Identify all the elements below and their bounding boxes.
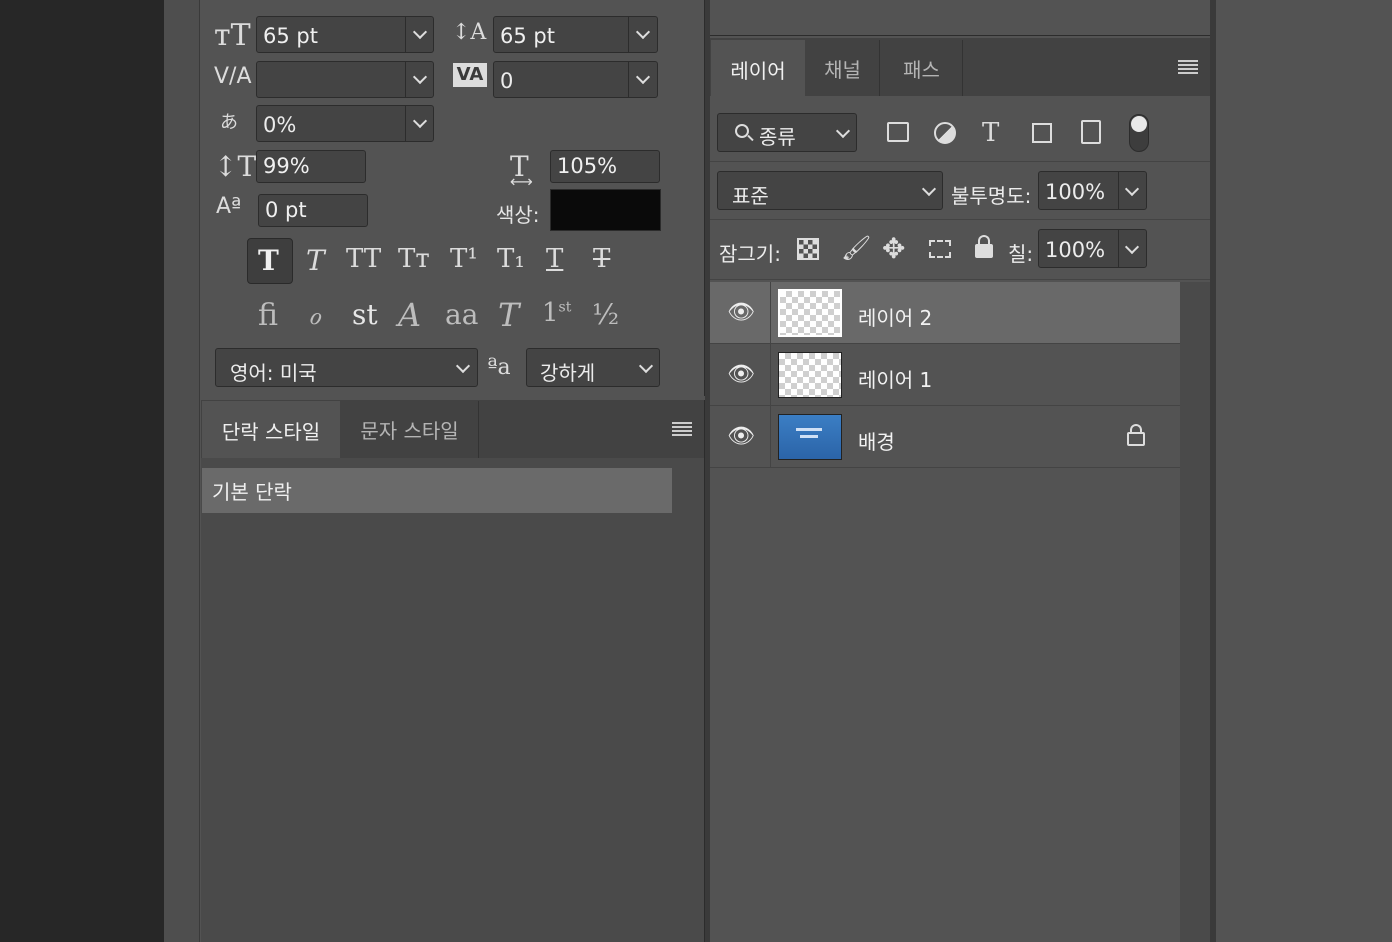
fill-value[interactable]: 100% <box>1045 238 1105 262</box>
workspace-canvas-area <box>0 0 164 942</box>
filter-toggle-knob[interactable] <box>1131 116 1147 132</box>
lock-all-icon-shackle[interactable] <box>978 235 990 247</box>
blend-mode-value[interactable]: 표준 <box>732 180 769 209</box>
tsume-value[interactable]: 0% <box>263 113 296 137</box>
eye-icon[interactable]: 👁 <box>727 362 755 387</box>
kerning-icon: V/A <box>214 64 252 89</box>
contextual-alternates-icon[interactable]: ℴ <box>308 298 321 331</box>
tsume-icon: あ <box>220 112 238 133</box>
layers-scrollbar[interactable] <box>1180 282 1210 942</box>
lock-icon[interactable] <box>1127 432 1145 446</box>
lock-transparent-pixels-icon[interactable] <box>797 238 819 260</box>
strikethrough-icon[interactable]: T <box>593 244 610 274</box>
lock-position-icon[interactable]: ✥ <box>882 232 905 265</box>
tab-channels[interactable]: 채널 <box>806 40 880 96</box>
baseline-shift-value[interactable]: 0 pt <box>265 200 307 221</box>
color-swatch[interactable] <box>550 189 661 231</box>
lock-label: 잠그기: <box>719 242 781 266</box>
vertical-scale-icon: ↕T <box>214 150 257 183</box>
opacity-label: 불투명도: <box>951 184 1032 208</box>
eye-icon[interactable]: 👁 <box>727 300 755 325</box>
lock-image-pixels-icon[interactable]: 🖌 <box>841 234 871 262</box>
layer-name[interactable]: 레이어 2 <box>858 302 932 331</box>
ordinals-icon[interactable]: 1st <box>542 298 571 328</box>
subscript-icon[interactable]: T₁ <box>497 244 525 274</box>
anti-alias-value[interactable]: 강하게 <box>540 357 595 386</box>
layer-filter-value[interactable]: 종류 <box>759 121 796 150</box>
eye-icon[interactable]: 👁 <box>727 424 755 449</box>
pixel-filter-icon[interactable] <box>887 122 909 142</box>
layer-name[interactable]: 레이어 1 <box>858 364 932 393</box>
layer-visibility-divider <box>770 344 771 406</box>
discretionary-ligatures-icon[interactable]: st <box>352 298 378 331</box>
horizontal-scale-value[interactable]: 105% <box>557 156 617 177</box>
fractions-icon[interactable]: ½ <box>592 298 619 331</box>
underline-icon[interactable]: T <box>546 244 563 274</box>
tab-paragraph-styles[interactable]: 단락 스타일 <box>202 401 340 459</box>
font-size-icon: ᴛT <box>214 18 251 53</box>
upper-panel-empty <box>710 0 1210 36</box>
paragraph-styles-body <box>201 458 705 942</box>
panel-menu-icon[interactable] <box>1178 60 1198 74</box>
layer-thumbnail <box>778 289 842 337</box>
layer-name[interactable]: 배경 <box>858 426 895 455</box>
thumbnail-detail <box>796 428 822 431</box>
small-caps-icon[interactable]: Tт <box>398 244 430 274</box>
layer-thumbnail <box>778 352 842 398</box>
right-empty-area <box>1216 0 1392 942</box>
leading-icon: ↕A <box>452 20 487 45</box>
faux-bold-icon[interactable]: T <box>258 244 279 277</box>
anti-alias-icon: ªa <box>487 355 511 380</box>
ligatures-icon[interactable]: ﬁ <box>258 298 278 333</box>
type-filter-icon[interactable]: T <box>982 118 999 148</box>
baseline-shift-icon: Aª <box>216 194 242 219</box>
panel-separator <box>710 161 1210 162</box>
paragraph-style-name[interactable]: 기본 단락 <box>212 476 292 505</box>
faux-italic-icon[interactable]: T <box>306 244 325 277</box>
opacity-value[interactable]: 100% <box>1045 180 1105 204</box>
stylistic-alternates-icon[interactable]: aa <box>445 298 478 331</box>
adjustment-filter-icon[interactable] <box>934 122 956 144</box>
panel-separator <box>710 219 1210 220</box>
leading-value[interactable]: 65 pt <box>500 24 555 48</box>
tab-paths[interactable]: 패스 <box>881 40 963 96</box>
panel-menu-icon[interactable] <box>672 422 692 436</box>
tracking-field[interactable] <box>493 61 658 98</box>
layer-visibility-divider <box>770 282 771 344</box>
vertical-scale-field[interactable]: 99% <box>256 150 366 183</box>
horizontal-scale-field[interactable]: 105% <box>550 150 660 183</box>
layer-visibility-divider <box>770 406 771 468</box>
superscript-icon[interactable]: T¹ <box>450 244 478 274</box>
fill-label: 칠: <box>1008 242 1034 266</box>
swash-icon[interactable]: A <box>398 296 421 334</box>
kerning-field[interactable] <box>256 61 434 98</box>
tracking-value[interactable]: 0 <box>500 69 513 93</box>
tab-layers[interactable]: 레이어 <box>711 40 805 98</box>
thumbnail-detail <box>800 435 818 438</box>
horizontal-scale-arrow: ⟷ <box>510 172 533 191</box>
tab-character-styles[interactable]: 문자 스타일 <box>341 401 479 458</box>
baseline-shift-field[interactable]: 0 pt <box>258 194 368 227</box>
tracking-icon: VA <box>453 63 487 87</box>
vertical-scale-value[interactable]: 99% <box>263 156 310 177</box>
lock-artboard-icon[interactable] <box>929 240 951 258</box>
panel-dock-edge <box>164 0 200 942</box>
titling-alternates-icon[interactable]: T <box>498 296 519 334</box>
color-label: 색상: <box>496 203 540 227</box>
font-size-value[interactable]: 65 pt <box>263 24 318 48</box>
smart-object-filter-icon[interactable] <box>1081 120 1101 144</box>
panel-separator <box>710 279 1210 280</box>
shape-filter-icon[interactable] <box>1032 123 1052 143</box>
language-value[interactable]: 영어: 미국 <box>230 357 317 386</box>
lock-icon-shackle <box>1130 424 1142 434</box>
all-caps-icon[interactable]: TT <box>346 244 381 274</box>
